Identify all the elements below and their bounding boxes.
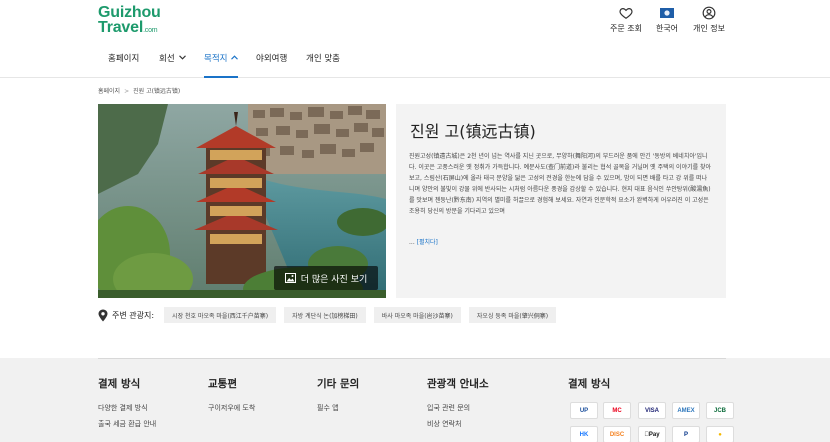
description-ellipsis: ... (409, 239, 415, 246)
unionpay-icon: UP (570, 402, 598, 419)
nearby-tag-jiabang[interactable]: 자방 계단식 논(加榜梯田) (284, 307, 366, 323)
footer-col-title: 결제 방식 (568, 378, 611, 390)
user-icon (702, 6, 716, 20)
location-pin-icon (98, 309, 108, 321)
footer-col-payment-logos: 결제 방식 (568, 376, 610, 403)
language-label: 한국어 (655, 24, 679, 33)
flag-icon (660, 8, 674, 18)
destination-description: 진원고성(镇遠古城)은 2천 년이 넘는 역사를 지닌 곳으로, 무양하(舞阳河… (409, 153, 712, 215)
nav-custom-label: 개인 맞춤 (306, 54, 340, 64)
footer-col-title: 교통편 (208, 378, 237, 390)
more-photos-button[interactable]: 더 많은 사진 보기 (274, 266, 378, 290)
nav-routes[interactable]: 회선 (159, 52, 186, 78)
footer-col-transport: 교통편 구이저우에 도착 (208, 376, 255, 419)
nav-outdoor[interactable]: 야외여행 (256, 52, 287, 78)
nearby-attractions: 주변 관광지: 시장 천호 마오족 마을(西江千户苗寨) 자방 계단식 논(加榜… (98, 306, 564, 324)
footer-divider (98, 358, 726, 359)
nav-custom[interactable]: 개인 맞춤 (306, 52, 340, 78)
nearby-tag-zhaoxing[interactable]: 자오싱 둥족 마을(肇兴侗寨) (468, 307, 557, 323)
logo-line2-text: Travel (98, 19, 144, 36)
heart-icon (619, 8, 633, 19)
nav-destinations[interactable]: 목적지 (204, 52, 239, 78)
nearby-tag-basha[interactable]: 바사 마오족 마을(岜沙苗寨) (373, 307, 461, 323)
footer-link-emergency[interactable]: 비상 연락처 (427, 419, 489, 435)
destination-title: 진원 고(镇远古镇) (410, 122, 536, 141)
breadcrumb-home[interactable]: 홈페이지 (98, 88, 120, 95)
image-icon (284, 273, 296, 283)
language-button[interactable]: 한국어 (655, 6, 679, 34)
nav-home[interactable]: 홈페이지 (108, 52, 139, 78)
footer-col-title: 결제 방식 (98, 378, 141, 390)
footer-link-entry[interactable]: 입국 관련 문의 (427, 403, 489, 419)
chevron-up-icon (231, 55, 239, 60)
breadcrumb: 홈페이지 > 진원 고(镇远古镇) (98, 86, 180, 95)
footer-col-other: 기타 문의 필수 앱 (317, 376, 359, 419)
footer-col-title: 관광객 안내소 (427, 378, 489, 390)
footer-link-tax-refund[interactable]: 출국 세금 환급 안내 (98, 419, 156, 435)
site-header: Guizhou Travel.com 주문 조회 한국어 개인 정보 홈페이지 … (0, 0, 830, 78)
breadcrumb-separator: > (124, 88, 130, 95)
order-lookup-button[interactable]: 주문 조회 (609, 6, 643, 34)
mastercard-icon: MC (603, 402, 631, 419)
profile-label: 개인 정보 (693, 24, 725, 33)
order-lookup-label: 주문 조회 (610, 24, 642, 33)
footer-col-title: 기타 문의 (317, 378, 360, 390)
nav-outdoor-label: 야외여행 (256, 54, 288, 64)
apple-pay-icon: Pay (638, 426, 666, 442)
footer-link-arrive[interactable]: 구이저우에 도착 (208, 403, 255, 419)
expand-link[interactable]: [펼치다] (417, 239, 438, 246)
logo-line2: Travel.com (98, 20, 161, 38)
coin-icon: ● (706, 426, 734, 442)
nav-home-label: 홈페이지 (108, 54, 140, 64)
logo-line1: Guizhou (98, 4, 161, 21)
discover-icon: DISC (603, 426, 631, 442)
more-photos-label: 더 많은 사진 보기 (300, 274, 368, 285)
logo-suffix: .com (143, 27, 158, 34)
paypal-icon: P (672, 426, 700, 442)
jcb-icon: JCB (706, 402, 734, 419)
expand-row: ... [펼치다] (409, 237, 438, 246)
site-logo[interactable]: Guizhou Travel.com (98, 5, 161, 38)
chevron-down-icon (178, 55, 186, 60)
footer-col-payment: 결제 방식 다양한 결제 방식 출국 세금 환급 안내 (98, 376, 156, 435)
amex-icon: AMEX (672, 402, 700, 419)
footer-col-visitor: 관광객 안내소 입국 관련 문의 비상 연락처 (427, 376, 489, 435)
alipay-hk-icon: HK (570, 426, 598, 442)
profile-button[interactable]: 개인 정보 (692, 6, 726, 34)
destination-info-panel: 진원 고(镇远古镇) 진원고성(镇遠古城)은 2천 년이 넘는 역사를 지닌 곳… (396, 104, 726, 298)
footer-link-payment-methods[interactable]: 다양한 결제 방식 (98, 403, 156, 419)
nav-destinations-label: 목적지 (204, 54, 228, 64)
visa-icon: VISA (638, 402, 666, 419)
footer-link-apps[interactable]: 필수 앱 (317, 403, 359, 419)
nearby-label: 주변 관광지: (112, 310, 155, 320)
breadcrumb-current: 진원 고(镇远古镇) (133, 88, 181, 95)
nav-routes-label: 회선 (159, 54, 175, 64)
nearby-tag-xijiang[interactable]: 시장 천호 마오족 마을(西江千户苗寨) (164, 307, 277, 323)
